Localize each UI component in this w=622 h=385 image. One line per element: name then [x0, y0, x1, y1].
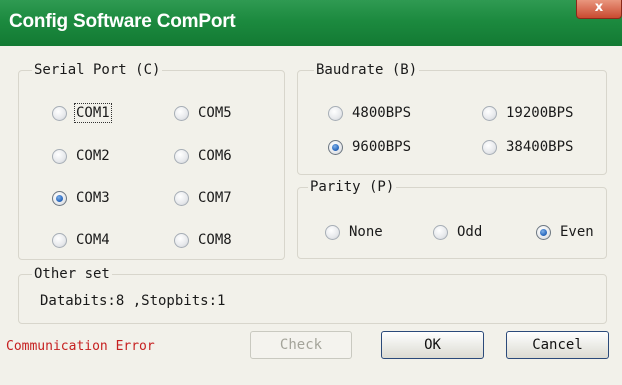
other-set-group-title: Other set: [32, 265, 112, 283]
radio-4800bps[interactable]: 4800BPS: [328, 103, 411, 123]
radio-indicator: [433, 224, 448, 240]
serial-port-group: Serial Port (C) COM1 COM5 COM2 COM6 COM3: [18, 61, 285, 260]
check-button[interactable]: Check: [250, 331, 352, 359]
radio-label-none: None: [349, 224, 383, 240]
radio-label-even: Even: [560, 224, 594, 240]
radio-parity-none[interactable]: None: [325, 222, 383, 242]
baudrate-group-title: Baudrate (B): [314, 61, 420, 79]
window-title: Config Software ComPort: [9, 11, 236, 32]
parity-group: Parity (P) None Odd Even: [297, 178, 607, 259]
serial-port-group-title: Serial Port (C): [32, 61, 163, 79]
radio-label-9600bps: 9600BPS: [352, 139, 412, 155]
ok-button[interactable]: OK: [381, 331, 484, 359]
radio-parity-odd[interactable]: Odd: [433, 222, 482, 242]
radio-19200bps[interactable]: 19200BPS: [482, 103, 573, 123]
radio-label-com2: COM2: [76, 148, 110, 164]
radio-label-com5: COM5: [198, 105, 232, 121]
radio-indicator-selected: [52, 190, 67, 206]
radio-label-4800bps: 4800BPS: [352, 105, 412, 121]
radio-label-19200bps: 19200BPS: [506, 105, 574, 121]
radio-indicator: [174, 148, 189, 164]
radio-indicator-selected: [536, 224, 551, 240]
radio-38400bps[interactable]: 38400BPS: [482, 137, 573, 157]
radio-indicator: [52, 105, 67, 121]
parity-group-title: Parity (P): [308, 178, 397, 196]
radio-com4[interactable]: COM4: [52, 230, 110, 250]
radio-indicator: [52, 232, 67, 248]
radio-indicator: [482, 139, 497, 155]
radio-label-odd: Odd: [457, 224, 483, 240]
radio-indicator: [174, 190, 189, 206]
close-icon: x: [594, 0, 604, 15]
radio-com7[interactable]: COM7: [174, 188, 232, 208]
radio-label-com1: COM1: [74, 103, 112, 123]
radio-label-com3: COM3: [76, 190, 110, 206]
status-error-text: Communication Error: [6, 339, 155, 354]
radio-indicator: [174, 232, 189, 248]
radio-indicator: [328, 105, 343, 121]
radio-com5[interactable]: COM5: [174, 103, 232, 123]
dialog-client-area: Serial Port (C) COM1 COM5 COM2 COM6 COM3: [4, 46, 618, 381]
baudrate-group: Baudrate (B) 4800BPS 19200BPS 9600BPS 38…: [297, 61, 607, 175]
radio-9600bps[interactable]: 9600BPS: [328, 137, 411, 157]
radio-label-com7: COM7: [198, 190, 232, 206]
cancel-button[interactable]: Cancel: [506, 331, 609, 359]
close-button[interactable]: x: [576, 0, 622, 19]
radio-parity-even[interactable]: Even: [536, 222, 594, 242]
radio-indicator: [325, 224, 340, 240]
radio-label-38400bps: 38400BPS: [506, 139, 574, 155]
radio-indicator: [174, 105, 189, 121]
radio-label-com8: COM8: [198, 232, 232, 248]
other-set-group: Other set Databits:8 ,Stopbits:1: [18, 265, 607, 324]
radio-com8[interactable]: COM8: [174, 230, 232, 250]
radio-com3[interactable]: COM3: [52, 188, 110, 208]
radio-indicator-selected: [328, 139, 343, 155]
radio-com2[interactable]: COM2: [52, 146, 110, 166]
radio-com1[interactable]: COM1: [52, 103, 112, 123]
data-stop-bits-text: Databits:8 ,Stopbits:1: [40, 293, 226, 309]
radio-label-com6: COM6: [198, 148, 232, 164]
title-bar[interactable]: Config Software ComPort x: [0, 0, 622, 46]
radio-label-com4: COM4: [76, 232, 110, 248]
radio-indicator: [52, 148, 67, 164]
radio-com6[interactable]: COM6: [174, 146, 232, 166]
dialog-window: Config Software ComPort x Serial Port (C…: [0, 0, 622, 385]
radio-indicator: [482, 105, 497, 121]
